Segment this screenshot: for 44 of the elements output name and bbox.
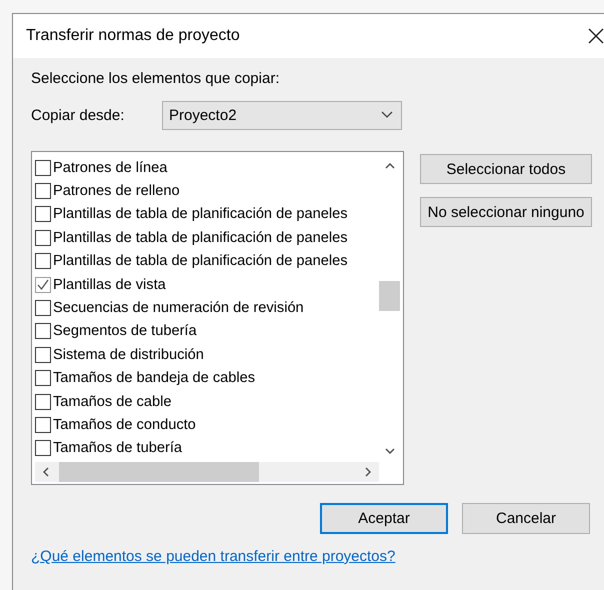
checkbox[interactable]	[35, 253, 51, 270]
checkbox[interactable]	[35, 323, 51, 340]
item-label[interactable]: Plantillas de tabla de planificación de paneles	[53, 230, 348, 246]
checkbox[interactable]	[35, 300, 51, 316]
scroll-down-icon[interactable]	[384, 448, 394, 454]
item-label[interactable]: Plantillas de tabla de planificación de paneles	[53, 253, 348, 270]
checkbox[interactable]	[35, 230, 51, 246]
checkbox[interactable]	[35, 394, 51, 410]
item-label[interactable]: Tamaños de tubería	[53, 440, 182, 456]
dialog-button[interactable]: Aceptar	[320, 503, 448, 534]
scroll-left-icon[interactable]	[43, 467, 49, 477]
project-dropdown[interactable]: Proyecto2	[162, 100, 402, 130]
item-label[interactable]: Patrones de línea	[53, 160, 168, 176]
checkbox[interactable]	[35, 416, 51, 433]
item-label[interactable]: Plantillas de vista	[53, 276, 166, 293]
item-label[interactable]: Secuencias de numeración de revisión	[53, 300, 304, 316]
select-button[interactable]: No seleccionar ninguno	[420, 197, 592, 227]
horizontal-scrollbar[interactable]	[35, 462, 379, 482]
checkbox[interactable]	[35, 160, 51, 176]
scroll-thumb[interactable]	[379, 281, 400, 311]
scroll-thumb[interactable]	[59, 462, 259, 482]
item-label[interactable]: Patrones de relleno	[53, 183, 180, 200]
checkbox[interactable]	[35, 276, 51, 293]
checkbox[interactable]	[35, 370, 51, 386]
item-label[interactable]: Tamaños de cable	[53, 394, 172, 410]
item-label[interactable]: Tamaños de conducto	[53, 416, 196, 433]
item-label[interactable]: Plantillas de tabla de planificación de paneles	[53, 206, 348, 222]
item-label[interactable]: Sistema de distribución	[53, 346, 204, 363]
item-label[interactable]: Tamaños de bandeja de cables	[53, 370, 256, 386]
checkbox[interactable]	[35, 440, 51, 456]
item-label[interactable]: Segmentos de tubería	[53, 323, 197, 340]
window-title: Transferir normas de proyecto	[26, 27, 240, 45]
scroll-up-icon[interactable]	[384, 163, 394, 169]
help-link[interactable]: ¿Qué elementos se pueden transferir entre proyectos?	[31, 548, 396, 565]
checkbox[interactable]	[35, 346, 51, 363]
checkbox[interactable]	[35, 183, 51, 200]
select-button[interactable]: Seleccionar todos	[420, 154, 592, 184]
close-icon[interactable]	[588, 28, 604, 44]
dialog-button[interactable]: Cancelar	[462, 503, 590, 534]
instruction-text: Seleccione los elementos que copiar:	[31, 70, 280, 89]
caret-icon	[381, 111, 393, 119]
copy-from-label: Copiar desde:	[31, 106, 126, 124]
scroll-right-icon[interactable]	[365, 467, 371, 477]
checkbox[interactable]	[35, 206, 51, 222]
